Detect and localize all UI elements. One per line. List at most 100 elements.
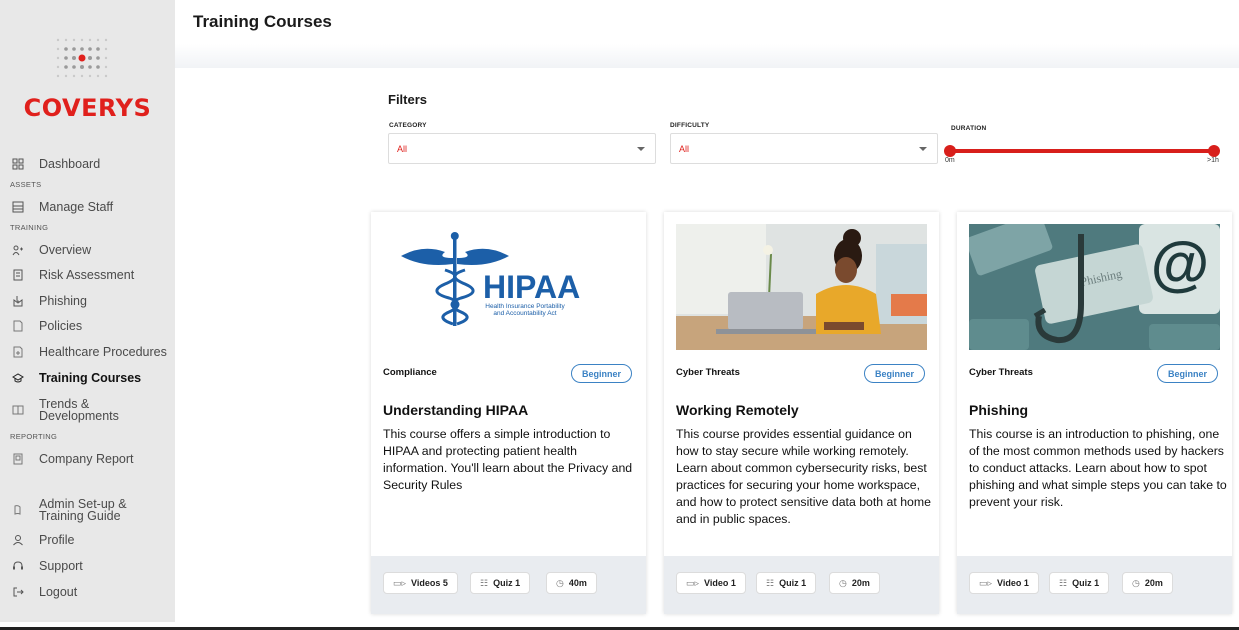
sidebar-item-label: Policies [39, 319, 83, 333]
videos-count: ▭▹ Videos 5 [383, 572, 458, 594]
difficulty-select[interactable]: All [670, 133, 938, 164]
course-title: Understanding HIPAA [383, 402, 529, 418]
videos-label: Video 1 [997, 578, 1029, 588]
sidebar-item-label: Support [39, 559, 83, 573]
course-meta-bar: ▭▹ Video 1 ☷ Quiz 1 ◷ 20m [664, 556, 939, 614]
quiz-count: ☷ Quiz 1 [756, 572, 817, 594]
course-image-phishing: @ Phishing [969, 224, 1220, 350]
sidebar-item-overview[interactable]: Overview [10, 240, 170, 260]
sidebar-item-risk-assessment[interactable]: Risk Assessment [10, 265, 170, 285]
course-card[interactable]: Cyber Threats Beginner Working Remotely … [664, 212, 939, 614]
duration-max-label: >1h [1207, 157, 1219, 164]
hipaa-logo-text: HIPAA [483, 269, 580, 305]
overview-icon [10, 243, 26, 257]
remote-work-photo-icon [676, 224, 927, 350]
phishing-icon [10, 294, 26, 308]
videos-label: Video 1 [704, 578, 736, 588]
course-description: This course offers a simple introduction… [383, 427, 633, 492]
brand-logo: COVERYS [23, 94, 152, 122]
sidebar-item-label: Healthcare Procedures [39, 345, 167, 359]
header-divider [175, 44, 1239, 68]
guide-icon [10, 503, 26, 517]
sidebar-item-label: Training Courses [39, 371, 142, 385]
sidebar-item-label: Company Report [39, 452, 134, 466]
section-label-assets: ASSETS [10, 180, 42, 189]
course-meta-bar: ▭▹ Videos 5 ☷ Quiz 1 ◷ 40m [371, 556, 646, 614]
sidebar-item-manage-staff[interactable]: Manage Staff [10, 197, 170, 217]
video-icon: ▭▹ [393, 577, 407, 588]
quiz-icon: ☷ [480, 577, 489, 588]
difficulty-label: DIFFICULTY [670, 122, 710, 129]
duration-info: ◷ 40m [546, 572, 597, 594]
duration-slider-min-handle[interactable] [944, 145, 956, 157]
sidebar-item-profile[interactable]: Profile [10, 530, 170, 550]
sidebar-item-healthcare-procedures[interactable]: Healthcare Procedures [10, 342, 170, 362]
sidebar-item-label: Risk Assessment [39, 268, 135, 282]
filters-title: Filters [388, 92, 428, 107]
chevron-down-icon [637, 147, 645, 151]
procedures-icon [10, 345, 26, 359]
course-category: Cyber Threats [969, 367, 1033, 378]
sidebar-item-admin-guide[interactable]: Admin Set-up & Training Guide [10, 495, 170, 525]
category-label: CATEGORY [389, 122, 427, 129]
duration-min-label: 0m [945, 157, 955, 164]
course-title: Working Remotely [676, 402, 799, 418]
duration-slider-track[interactable] [950, 149, 1214, 153]
sidebar-item-phishing[interactable]: Phishing [10, 291, 170, 311]
quiz-icon: ☷ [766, 577, 775, 588]
user-icon [10, 533, 26, 547]
course-description: This course is an introduction to phishi… [969, 427, 1227, 509]
section-label-reporting: REPORTING [10, 432, 58, 441]
category-value: All [397, 143, 408, 154]
sidebar: COVERYS Dashboard ASSETS Manage Staff TR… [0, 0, 175, 622]
clock-icon: ◷ [556, 577, 564, 588]
headset-icon [10, 559, 26, 573]
risk-icon [10, 268, 26, 282]
quiz-icon: ☷ [1059, 577, 1068, 588]
sidebar-item-training-courses[interactable]: Training Courses [10, 368, 170, 388]
sidebar-item-label: Manage Staff [39, 200, 114, 214]
difficulty-badge: Beginner [1156, 364, 1218, 383]
quiz-count: ☷ Quiz 1 [1049, 572, 1110, 594]
videos-label: Videos 5 [411, 578, 448, 588]
sidebar-item-label: Logout [39, 585, 78, 599]
duration-info: ◷ 20m [829, 572, 880, 594]
course-card[interactable]: HIPAA Health Insurance Portability and A… [371, 212, 646, 614]
section-label-training: TRAINING [10, 223, 49, 232]
quiz-label: Quiz 1 [779, 578, 807, 588]
category-select[interactable]: All [388, 133, 656, 164]
sidebar-item-support[interactable]: Support [10, 556, 170, 576]
duration-value: 20m [1144, 578, 1163, 588]
duration-value: 40m [568, 578, 587, 588]
logo-dots-icon [56, 38, 108, 78]
difficulty-value: All [679, 143, 690, 154]
videos-count: ▭▹ Video 1 [676, 572, 746, 594]
sidebar-item-logout[interactable]: Logout [10, 582, 170, 602]
course-image-remote-work [676, 224, 927, 350]
caduceus-icon: HIPAA Health Insurance Portability and A… [383, 224, 634, 350]
clock-icon: ◷ [1132, 577, 1140, 588]
course-title: Phishing [969, 402, 1029, 418]
hipaa-logo-subtext: and Accountability Act [493, 310, 556, 317]
clock-icon: ◷ [839, 577, 847, 588]
course-description: This course provides essential guidance … [676, 427, 931, 526]
course-category: Cyber Threats [676, 367, 740, 378]
sidebar-item-dashboard[interactable]: Dashboard [10, 154, 170, 174]
quiz-label: Quiz 1 [1072, 578, 1100, 588]
duration-info: ◷ 20m [1122, 572, 1173, 594]
sidebar-item-label: Phishing [39, 294, 87, 308]
sidebar-item-policies[interactable]: Policies [10, 316, 170, 336]
sidebar-item-label: Overview [39, 243, 92, 257]
course-card[interactable]: @ Phishing Cyber Threats Beginner Phishi… [957, 212, 1232, 614]
svg-text:@: @ [1151, 230, 1210, 297]
app: COVERYS Dashboard ASSETS Manage Staff TR… [0, 0, 1239, 630]
video-icon: ▭▹ [686, 577, 700, 588]
duration-slider-max-handle[interactable] [1208, 145, 1220, 157]
sidebar-item-label: Dashboard [39, 157, 101, 171]
video-icon: ▭▹ [979, 577, 993, 588]
sidebar-item-trends[interactable]: Trends & Developments [10, 395, 170, 425]
hipaa-logo-subtext: Health Insurance Portability [485, 303, 565, 310]
sidebar-item-company-report[interactable]: Company Report [10, 449, 170, 469]
page-title: Training Courses [193, 12, 332, 31]
dashboard-icon [10, 157, 26, 171]
